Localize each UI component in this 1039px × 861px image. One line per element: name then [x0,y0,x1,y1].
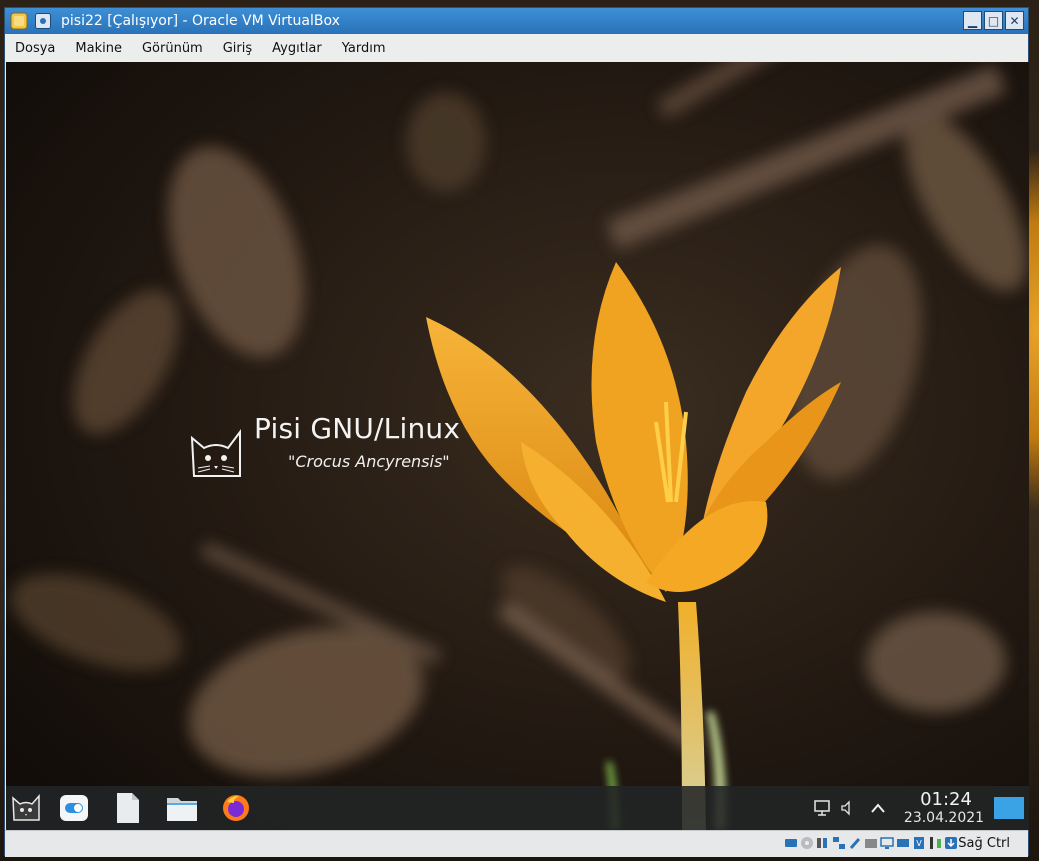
vm-status-bar: V Sağ Ctrl [5,830,1028,857]
expand-tray-icon [871,803,885,813]
close-icon: ✕ [1009,13,1020,28]
video-capture-indicator[interactable] [896,835,910,850]
expand-tray-button[interactable] [866,792,890,824]
usb-indicator[interactable] [848,835,862,850]
settings-toggle-icon [60,795,88,821]
volume-tray-button[interactable] [836,792,860,824]
menu-dosya[interactable]: Dosya [5,41,65,56]
network-adapter-icon [833,836,845,849]
window-menu-icon[interactable] [33,11,53,31]
volume-icon [841,800,850,816]
keyboard-capture-indicator[interactable] [944,835,958,850]
optical-drive-indicator[interactable] [800,835,814,850]
title-bar[interactable]: pisi22 [Çalışıyor] - Oracle VM VirtualBo… [5,8,1028,34]
menu-aygitlar[interactable]: Aygıtlar [262,41,332,56]
optical-drive-icon [801,836,813,849]
display-indicator[interactable] [880,835,894,850]
hard-disk-indicator[interactable] [784,835,798,850]
menu-makine[interactable]: Makine [65,41,132,56]
mouse-integration-icon [930,836,941,849]
guest-display[interactable]: Pisi GNU/Linux "Crocus Ancyrensis" 01:24… [6,62,1029,830]
display-icon [880,836,894,849]
minimize-button[interactable]: ▁ [963,11,982,30]
file-manager-launcher[interactable] [166,792,198,824]
virtualbox-window: pisi22 [Çalışıyor] - Oracle VM VirtualBo… [4,7,1029,857]
window-title: pisi22 [Çalışıyor] - Oracle VM VirtualBo… [61,13,340,29]
network-tray-button[interactable] [810,792,834,824]
document-launcher[interactable] [112,792,144,824]
audio-icon [817,837,827,848]
network-adapter-indicator[interactable] [832,835,846,850]
wallpaper-subtitle: "Crocus Ancyrensis" [288,452,450,471]
menu-bar: Dosya Makine Görünüm Giriş Aygıtlar Yard… [5,34,1028,62]
menu-gorunum[interactable]: Görünüm [132,41,213,56]
network-icon [814,800,830,816]
audio-indicator[interactable] [816,835,830,850]
pisi-menu-icon [12,794,40,821]
usb-icon [849,837,861,849]
shared-folders-icon [865,838,877,848]
pisi-logo [188,424,244,484]
cpu-indicator-icon: V [914,836,924,849]
minimize-icon: ▁ [967,13,978,28]
clock-date: 23.04.2021 [903,810,985,826]
maximize-button[interactable]: □ [984,11,1003,30]
show-desktop-icon [994,797,1024,819]
firefox-icon [223,795,249,821]
settings-toggle-launcher[interactable] [58,792,90,824]
firefox-launcher[interactable] [220,792,252,824]
clock-time: 01:24 [920,789,972,810]
shared-folders-indicator[interactable] [864,835,878,850]
menu-giris[interactable]: Giriş [213,41,262,56]
maximize-icon: □ [987,13,1000,28]
keyboard-capture-icon [945,836,957,849]
host-key-label: Sağ Ctrl [958,836,1010,851]
cpu-indicator[interactable]: V [912,835,926,850]
pisi-menu-button[interactable] [10,792,42,824]
virtualbox-app-icon[interactable] [9,11,29,31]
file-manager-icon [167,798,197,821]
guest-taskbar: 01:24 23.04.2021 [6,786,1029,830]
cat-logo-icon [190,429,241,477]
document-icon [117,793,139,823]
video-capture-icon [897,838,909,847]
menu-yardim[interactable]: Yardım [332,41,396,56]
mouse-integration-indicator[interactable] [928,835,942,850]
show-desktop-button[interactable] [992,792,1026,824]
wallpaper [6,62,1029,830]
svg-text:V: V [916,839,922,848]
wallpaper-title: Pisi GNU/Linux [254,412,461,445]
hard-disk-icon [785,838,797,847]
close-button[interactable]: ✕ [1005,11,1024,30]
